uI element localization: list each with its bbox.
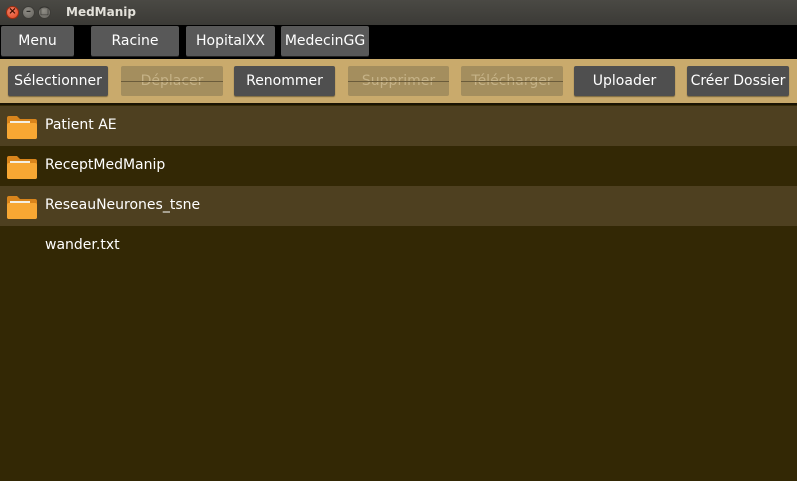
- delete-button[interactable]: Supprimer: [348, 66, 449, 96]
- list-item[interactable]: Patient AE: [0, 106, 797, 146]
- download-button-label: Télécharger: [471, 73, 553, 89]
- move-button-label: Déplacer: [140, 73, 204, 89]
- breadcrumb-hopitalxx[interactable]: HopitalXX: [186, 26, 275, 56]
- upload-button[interactable]: Uploader: [574, 66, 675, 96]
- file-list: Patient AE ReceptMedManip ReseauNeurones…: [0, 106, 797, 266]
- list-item-name: wander.txt: [45, 237, 120, 253]
- list-item-name: ReceptMedManip: [45, 157, 166, 173]
- navigation-bar: Menu Racine HopitalXX MedecinGG: [0, 25, 797, 59]
- list-item-name: Patient AE: [45, 117, 117, 133]
- close-icon: ×: [8, 6, 17, 17]
- menu-button[interactable]: Menu: [1, 26, 74, 56]
- window-minimize-button[interactable]: –: [22, 6, 35, 19]
- window-close-button[interactable]: ×: [6, 6, 19, 19]
- download-button[interactable]: Télécharger: [461, 66, 563, 96]
- delete-button-label: Supprimer: [361, 73, 436, 89]
- list-item-name: ReseauNeurones_tsne: [45, 197, 201, 213]
- window-titlebar[interactable]: × – □ MedManip: [0, 0, 797, 25]
- folder-icon: [7, 116, 37, 139]
- maximize-icon: □: [39, 6, 50, 17]
- breadcrumb-racine[interactable]: Racine: [91, 26, 179, 56]
- list-item[interactable]: ReceptMedManip: [0, 146, 797, 186]
- create-folder-button[interactable]: Créer Dossier: [687, 66, 789, 96]
- action-toolbar: Sélectionner Déplacer Renommer Supprimer…: [0, 59, 797, 105]
- folder-icon: [7, 156, 37, 179]
- list-item[interactable]: wander.txt: [0, 226, 797, 266]
- window-title: MedManip: [66, 5, 136, 19]
- folder-icon: [7, 196, 37, 219]
- minimize-icon: –: [26, 6, 31, 17]
- move-button[interactable]: Déplacer: [121, 66, 223, 96]
- list-item[interactable]: ReseauNeurones_tsne: [0, 186, 797, 226]
- breadcrumb-medecingg[interactable]: MedecinGG: [281, 26, 369, 56]
- rename-button[interactable]: Renommer: [234, 66, 335, 96]
- select-button[interactable]: Sélectionner: [8, 66, 108, 96]
- window-maximize-button[interactable]: □: [38, 6, 51, 19]
